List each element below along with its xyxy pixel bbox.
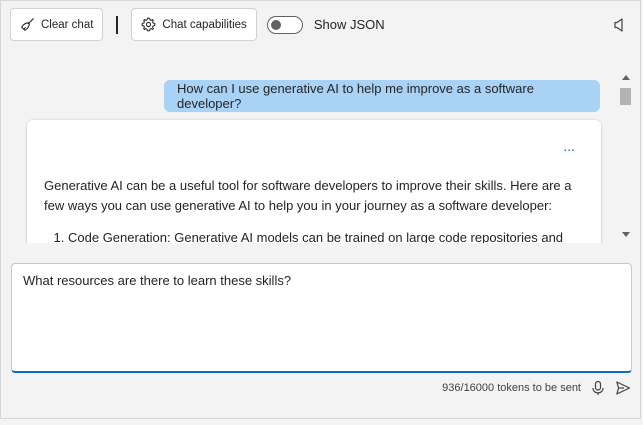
broom-icon xyxy=(21,18,34,31)
scroll-up-icon[interactable] xyxy=(622,75,630,80)
token-count: 936/16000 tokens to be sent xyxy=(442,382,581,394)
more-options-icon[interactable]: ... xyxy=(563,136,575,156)
send-icon[interactable] xyxy=(615,380,631,396)
chat-scrollbar[interactable] xyxy=(619,73,633,243)
gear-icon xyxy=(142,17,156,32)
chat-input-box[interactable]: What resources are there to learn these … xyxy=(11,263,632,373)
scroll-down-icon[interactable] xyxy=(622,232,630,237)
user-message-text: How can I use generative AI to help me i… xyxy=(177,81,534,111)
assistant-paragraph: Generative AI can be a useful tool for s… xyxy=(44,178,572,213)
chat-capabilities-button[interactable]: Chat capabilities xyxy=(131,8,257,41)
toolbar: Clear chat Chat capabilities Show JSON xyxy=(10,8,385,41)
toggle-knob xyxy=(270,19,281,30)
chat-input[interactable]: What resources are there to learn these … xyxy=(12,264,631,371)
list-item: Code Generation: Generative AI models ca… xyxy=(68,228,584,243)
show-json-toggle[interactable] xyxy=(266,15,303,34)
toolbar-divider xyxy=(116,15,119,34)
chat-history: How can I use generative AI to help me i… xyxy=(10,73,633,243)
speaker-icon[interactable] xyxy=(612,16,630,34)
clear-chat-button[interactable]: Clear chat xyxy=(10,8,104,41)
user-message: How can I use generative AI to help me i… xyxy=(164,80,600,112)
scroll-thumb[interactable] xyxy=(620,88,631,105)
assistant-list: Code Generation: Generative AI models ca… xyxy=(44,228,584,243)
chat-capabilities-label: Chat capabilities xyxy=(162,18,247,31)
chat-window: Clear chat Chat capabilities Show JSON H… xyxy=(0,0,641,419)
show-json-label: Show JSON xyxy=(313,17,385,32)
clear-chat-label: Clear chat xyxy=(41,18,94,31)
input-footer: 936/16000 tokens to be sent xyxy=(381,378,631,398)
microphone-icon[interactable] xyxy=(590,380,606,396)
assistant-message: ... Generative AI can be a useful tool f… xyxy=(27,120,601,243)
